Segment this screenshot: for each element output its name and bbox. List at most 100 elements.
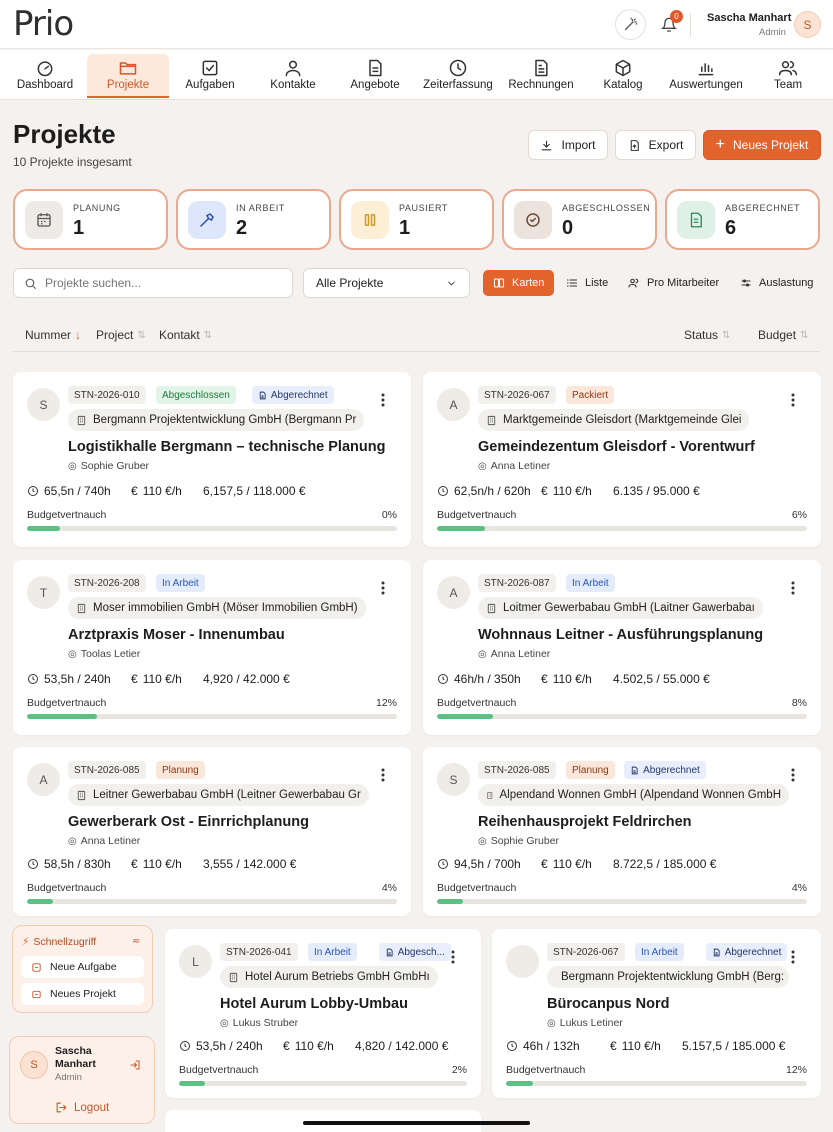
export-button[interactable]: Export (615, 130, 696, 160)
more-options-icon[interactable] (788, 949, 798, 965)
user-name[interactable]: Sascha Manhart (707, 12, 791, 24)
nav-projekte[interactable]: Projekte (87, 54, 169, 98)
sidebar-avatar[interactable]: S (20, 1051, 48, 1079)
project-card[interactable]: A STN-2026-085 Planung Leitner Gewerbabau G… (13, 747, 411, 916)
client-chip[interactable]: Moser immobilien GmbH (Möser Immobilien … (68, 597, 366, 619)
invoice-icon (535, 59, 548, 77)
more-options-icon[interactable] (378, 392, 388, 408)
nav-auswertungen[interactable]: Auswertungen (666, 54, 746, 98)
more-options-icon[interactable] (788, 392, 798, 408)
project-card[interactable]: T STN-2026-208 In Arbeit Moser immobilien G… (13, 560, 411, 735)
nav-zeiterfassung[interactable]: Zeiterfassung (418, 54, 498, 98)
project-title[interactable]: Gewerberark Ost - Einrrichplanung (68, 814, 309, 830)
project-title[interactable]: Hotel Aurum Lobby-Umbau (220, 996, 408, 1012)
more-options-icon[interactable] (378, 580, 388, 596)
logout-button[interactable]: Logout (55, 1101, 109, 1114)
project-title[interactable]: Logistikhalle Bergmann – technische Plan… (68, 439, 385, 455)
sort-nummer[interactable]: Nummer ↓ (25, 328, 81, 342)
status-badge: In Arbeit (566, 574, 615, 592)
rate-metric: €110 €/h (131, 672, 203, 686)
nav-team[interactable]: Team (755, 54, 821, 98)
hours-metric: 46h / 132h (506, 1039, 610, 1053)
stat-card-abgerechnet[interactable]: ABGERECHNET 6 (665, 189, 820, 250)
more-options-icon[interactable] (788, 580, 798, 596)
project-title[interactable]: Bürocanpus Nord (547, 996, 669, 1012)
rate-value: 110 €/h (621, 1039, 661, 1053)
magic-wand-icon (624, 17, 638, 31)
view-karten-button[interactable]: Karten (483, 270, 555, 296)
project-card[interactable]: L STN-2026-041 In Arbeit Abgesch... Hotel Au… (165, 929, 481, 1098)
search-box[interactable] (13, 268, 293, 298)
more-options-icon[interactable] (788, 767, 798, 783)
gauge-icon (37, 61, 53, 77)
project-card[interactable]: A STN-2026-067 Packiert Marktgemeinde Gleis… (423, 372, 821, 547)
project-code: STN-2026-067 (478, 386, 556, 404)
client-chip[interactable]: Marktgemeinde Gleisdort (Marktgemeinde G… (478, 409, 750, 431)
sort-kontakt[interactable]: Kontakt ⇅ (159, 328, 212, 342)
project-title[interactable]: Gemeindezentum Gleisdorf - Vorentwurf (478, 439, 755, 455)
view-auslastung-button[interactable]: Auslastung (730, 270, 823, 296)
list-icon (566, 279, 578, 287)
stat-value: 1 (73, 217, 85, 239)
nav-katalog[interactable]: Katalog (588, 54, 658, 98)
view-mitarbeiter-button[interactable]: Pro Mitarbeiter (618, 270, 729, 296)
pause-icon (364, 214, 376, 226)
quick-new-task-button[interactable]: Neue Aufgabe (21, 956, 144, 978)
client-chip[interactable]: Bergmann Projektentwicklung GmbH (Bergma… (68, 409, 365, 431)
project-card[interactable]: STN-2026-067 In Arbeit Abgerechnet Bergmann… (492, 929, 821, 1098)
switch-user-icon[interactable] (129, 1058, 141, 1076)
client-chip[interactable]: Alpendand Wonnen GmbH (Alpendand Wonnen … (478, 784, 789, 806)
import-button[interactable]: Import (528, 130, 608, 160)
at-icon: ◎ (478, 835, 487, 847)
hours-metric: 65,5n / 740h (27, 484, 131, 498)
client-chip[interactable]: Loitmer Gewerbabau GmbH (Laitner Gawerba… (478, 597, 763, 619)
project-title[interactable]: Arztpraxis Moser - Innenumbau (68, 627, 285, 643)
app-logo[interactable]: Prio (13, 4, 74, 44)
stat-card-pausiert[interactable]: PAUSIERT 1 (339, 189, 494, 250)
budget-progress-fill (27, 899, 53, 904)
budget-progress-fill (27, 714, 98, 719)
project-card[interactable]: S STN-2026-010 Abgeschlossen Abgerechnet Ber… (13, 372, 411, 547)
view-liste-button[interactable]: Liste (556, 270, 618, 296)
stat-card-in-arbeit[interactable]: IN ARBEIT 2 (176, 189, 331, 250)
budget-metric: 6.135 / 95.000 € (613, 484, 700, 498)
hours-value: 62,5n/h / 620h (454, 484, 531, 498)
nav-kontakte[interactable]: Kontakte (258, 54, 328, 98)
col-label: Budget (758, 328, 797, 342)
quick-new-project-button[interactable]: Neues Projekt (21, 983, 144, 1005)
project-title[interactable]: Wohnnaus Leitner - Ausführungsplanung (478, 627, 763, 643)
status-badge: Abgesch... (378, 943, 451, 961)
project-code: STN-2026-208 (68, 574, 146, 592)
budget-progress-bar (27, 526, 397, 531)
budget-progress-bar (179, 1081, 467, 1086)
building-icon (487, 791, 493, 799)
sort-project[interactable]: Project ⇅ (96, 328, 146, 342)
nav-rechnungen[interactable]: Rechnungen (505, 54, 577, 98)
project-card[interactable]: S STN-2026-085 Planung Abgerechnet Alpendand… (423, 747, 821, 916)
client-chip[interactable]: Bergmann Projektentwicklung GmbH (Berg: (547, 966, 789, 988)
client-chip[interactable]: Hotel Aurum Betriebs GmbH GmbHı (220, 966, 438, 988)
project-card[interactable]: A STN-2026-087 In Arbeit Loitmer Gewerbabau… (423, 560, 821, 735)
budget-label: Budgetvertnauch (27, 697, 107, 709)
hours-value: 53,5h / 240h (196, 1039, 263, 1053)
more-options-icon[interactable] (378, 767, 388, 783)
user-avatar[interactable]: S (794, 11, 821, 38)
collapse-icon[interactable]: ≂ (132, 936, 140, 947)
nav-label: Kontakte (270, 79, 316, 91)
stat-icon-bg (351, 201, 389, 239)
nav-aufgaben[interactable]: Aufgaben (175, 54, 245, 98)
new-project-button[interactable]: + Neues Projekt (703, 130, 821, 160)
stat-card-planung[interactable]: PLANUNG 1 (13, 189, 168, 250)
magic-wand-button[interactable] (615, 9, 646, 40)
sort-status[interactable]: Status ⇅ (684, 328, 730, 342)
client-chip[interactable]: Leitner Gewerbabau GmbH (Leitner Gewerba… (68, 784, 369, 806)
project-title[interactable]: Reihenhausprojekt Feldrirchen (478, 814, 692, 830)
nav-dashboard[interactable]: Dashboard (9, 54, 81, 98)
owner-name: Lukus Letiner (559, 1017, 623, 1029)
more-options-icon[interactable] (448, 949, 458, 965)
stat-card-abgeschlossen[interactable]: ABGESCHLOSSEN 0 (502, 189, 657, 250)
sort-budget[interactable]: Budget ⇅ (758, 328, 808, 342)
nav-angebote[interactable]: Angebote (340, 54, 410, 98)
search-input[interactable] (45, 276, 275, 290)
project-filter-select[interactable]: Alle Projekte (303, 268, 470, 298)
